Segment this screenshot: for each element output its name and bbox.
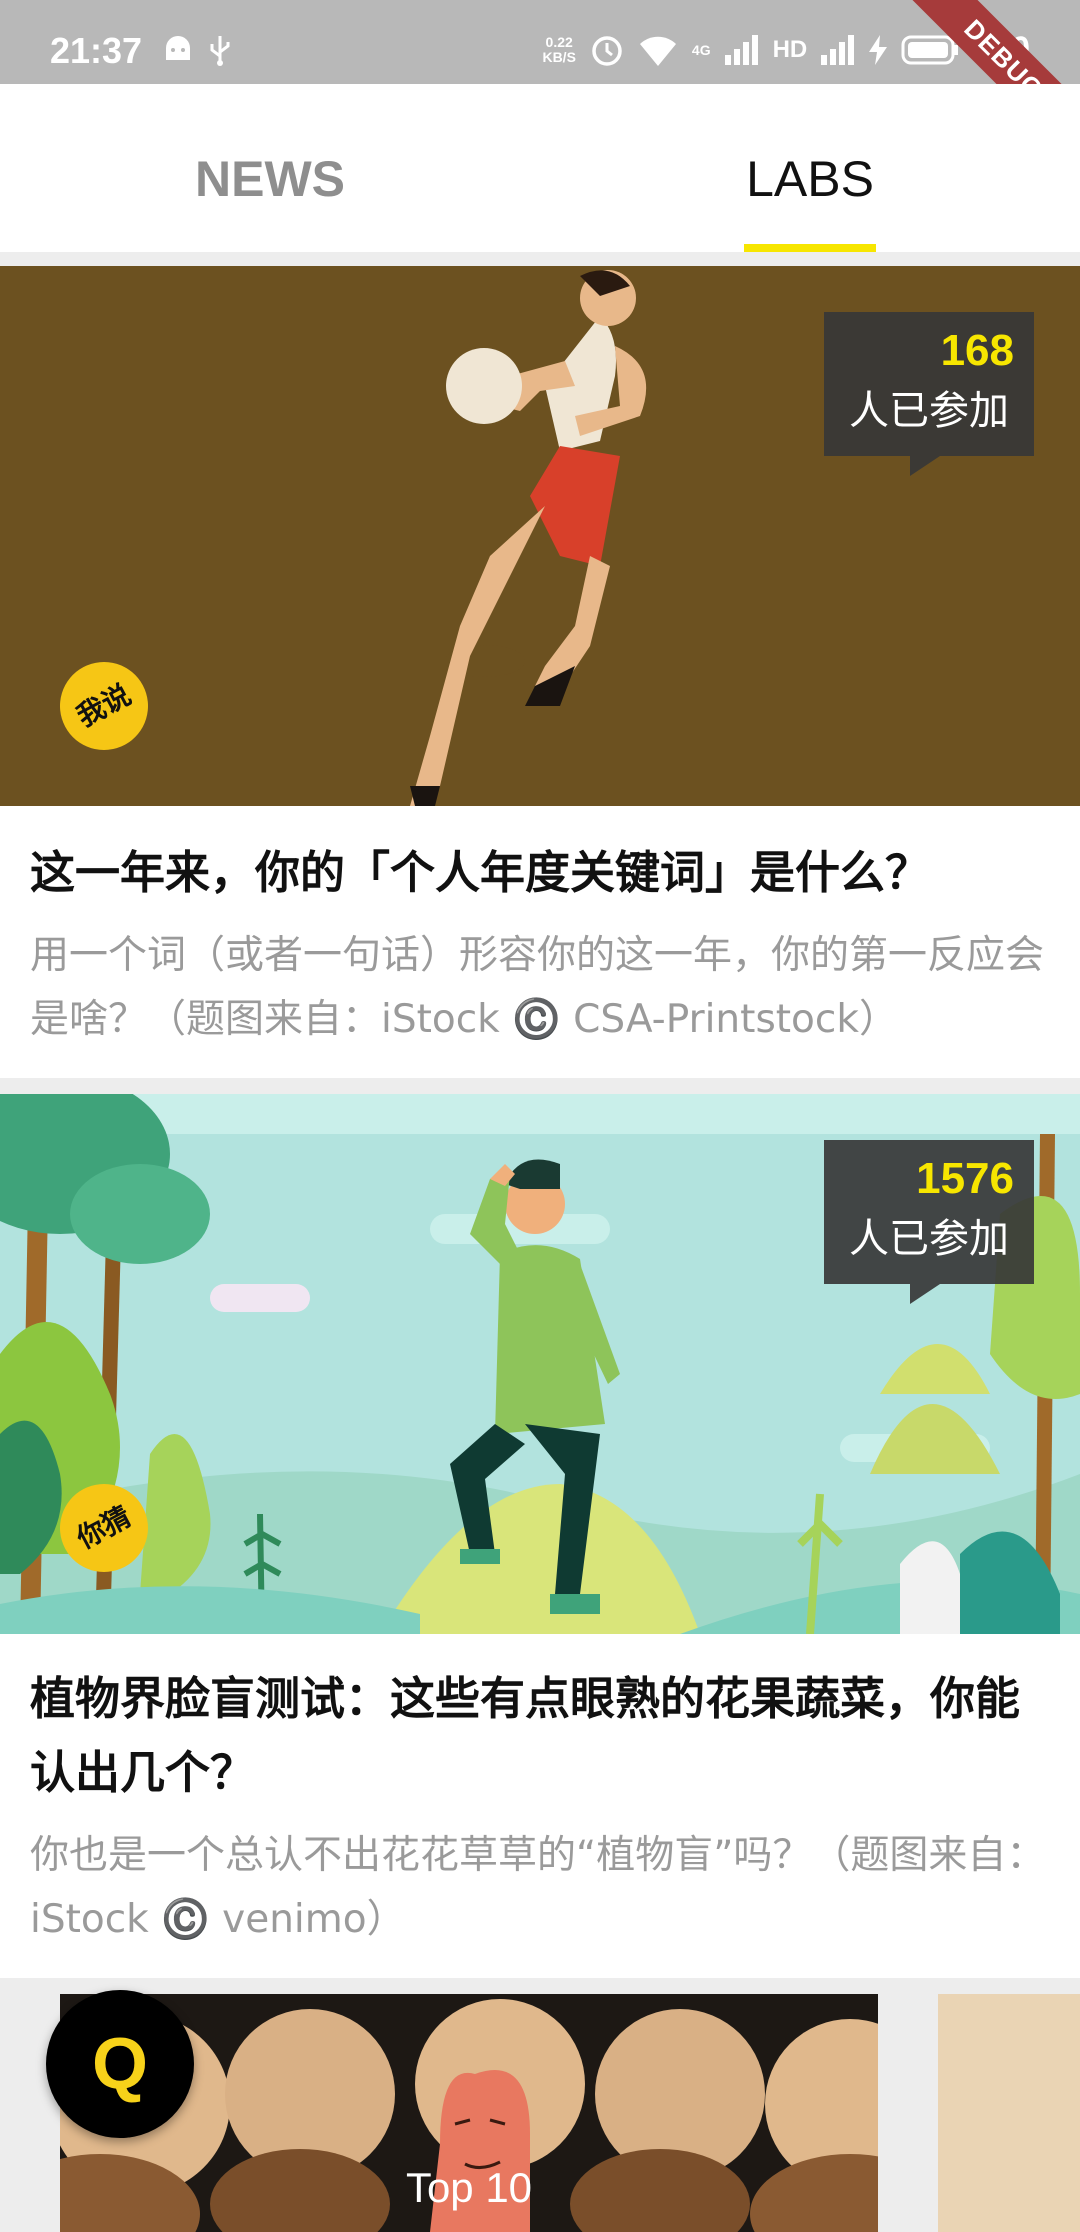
android-icon <box>166 36 190 60</box>
participant-count: 168 <box>940 326 1014 375</box>
charging-icon <box>869 34 888 65</box>
alarm-icon <box>592 35 622 66</box>
wifi-icon <box>639 36 676 66</box>
card-description: 用一个词（或者一句话）形容你的这一年，你的第一反应会是啥？（题图来自：iStoc… <box>30 933 1045 1042</box>
status-bar: 21:37 0.22 KB/S 4G HD 100 DEBUG <box>0 0 1080 84</box>
signal-icon <box>724 34 758 65</box>
participant-label: 人已参加 <box>849 388 1009 434</box>
hd-label: HD <box>772 35 808 63</box>
card-title[interactable]: 植物界脸盲测试：这些有点眼熟的花果蔬菜，你能认出几个？ <box>30 1662 1050 1810</box>
carousel-slide-next[interactable] <box>938 1994 1080 2232</box>
card-title[interactable]: 这一年来，你的「个人年度关键词」是什么？ <box>30 836 1050 910</box>
carousel-slide-title: Top 10 <box>405 2164 533 2211</box>
usb-icon <box>210 36 230 66</box>
tab-news[interactable]: NEWS <box>0 84 540 252</box>
net-speed: 0.22 KB/S <box>542 33 576 65</box>
participant-count-box: 168 人已参加 <box>824 312 1034 476</box>
network-type: 4G <box>691 41 711 58</box>
participant-label: 人已参加 <box>849 1216 1009 1262</box>
card-cover-image: 1576 人已参加 你猜 <box>0 1094 1080 1634</box>
card-cover-image: 168 人已参加 我说 <box>0 266 1080 806</box>
quiz-fab-button[interactable]: Q <box>46 1990 194 2138</box>
tab-bar: NEWS LABS <box>0 84 1080 252</box>
tab-labs[interactable]: LABS <box>540 84 1080 252</box>
status-left-icons <box>162 34 232 66</box>
lab-card[interactable]: 168 人已参加 我说 这一年来，你的「个人年度关键词」是什么？ 用一个词（或者… <box>0 266 1080 1078</box>
participant-count: 1576 <box>916 1154 1014 1203</box>
net-speed-value: 0.22 <box>545 33 573 50</box>
net-speed-unit: KB/S <box>542 48 576 65</box>
status-time: 21:37 <box>50 30 143 71</box>
participant-count-box: 1576 人已参加 <box>824 1140 1034 1304</box>
signal-icon <box>821 34 855 65</box>
card-description: 你也是一个总认不出花花草草的“植物盲”吗？（题图来自：iStock ©️ ven… <box>30 1833 1046 1942</box>
tab-indicator <box>744 244 876 252</box>
lab-card[interactable]: 1576 人已参加 你猜 植物界脸盲测试：这些有点眼熟的花果蔬菜，你能认出几个？… <box>0 1094 1080 1978</box>
